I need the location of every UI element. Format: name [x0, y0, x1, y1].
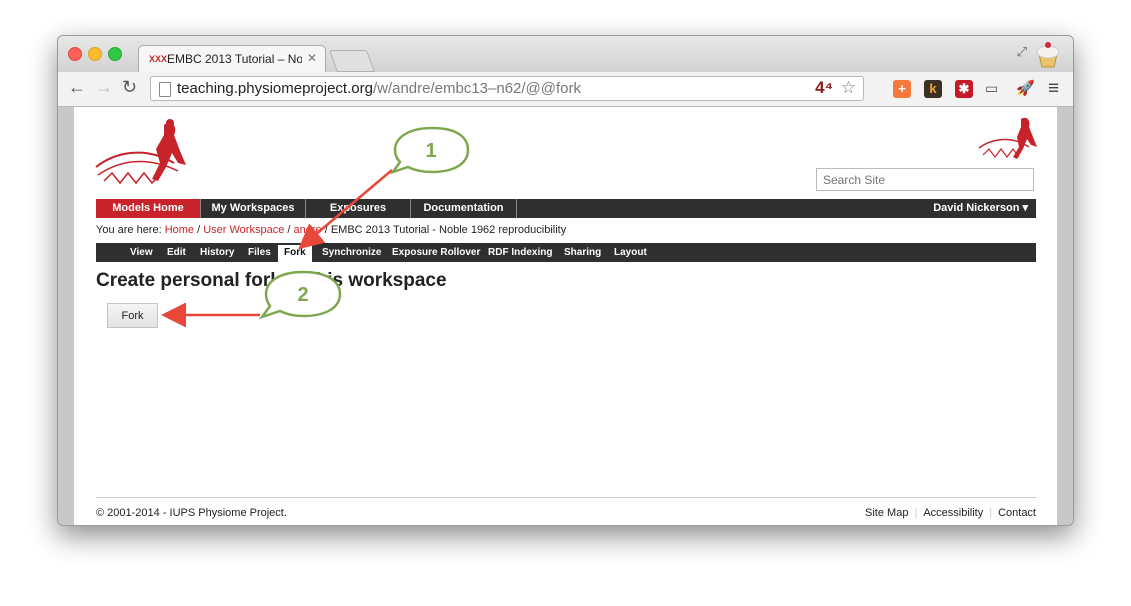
callout-2-number: 2 — [297, 284, 308, 306]
annotation-overlay: 1 2 — [161, 126, 470, 328]
callout-1-arrow — [298, 169, 393, 250]
callout-1-number: 1 — [425, 140, 436, 162]
